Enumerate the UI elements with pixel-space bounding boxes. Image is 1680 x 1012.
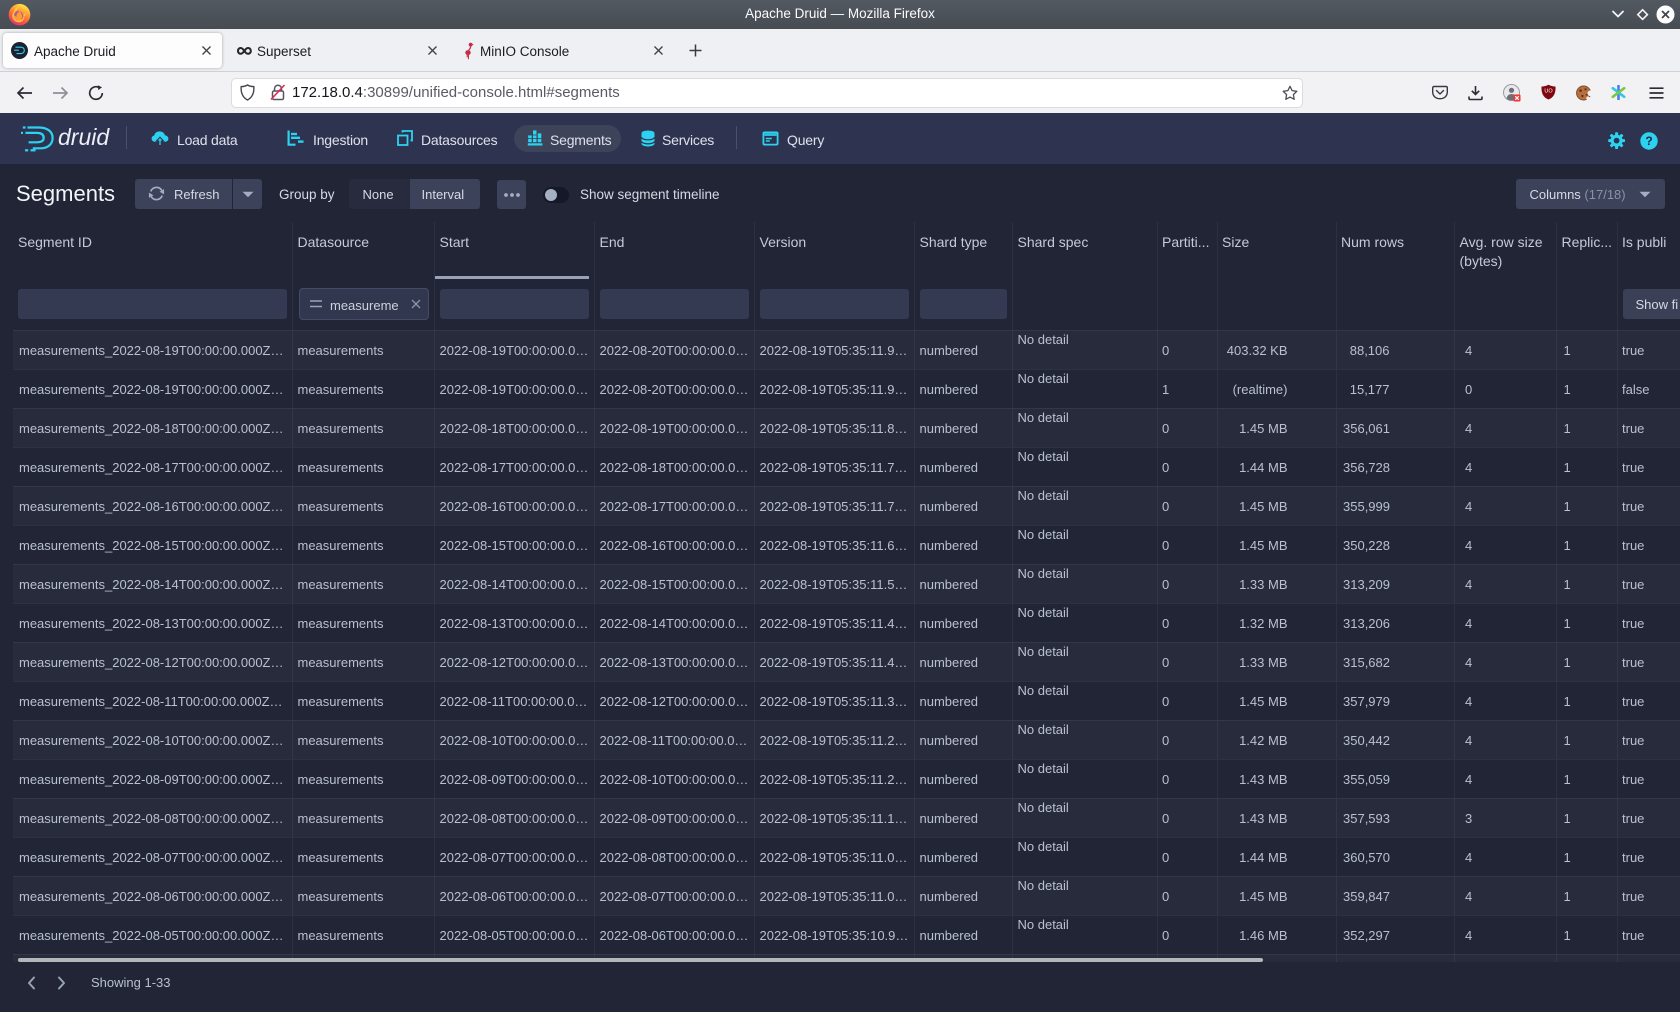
svg-text:?: ? bbox=[1645, 134, 1652, 148]
svg-text:UO: UO bbox=[1544, 89, 1553, 95]
